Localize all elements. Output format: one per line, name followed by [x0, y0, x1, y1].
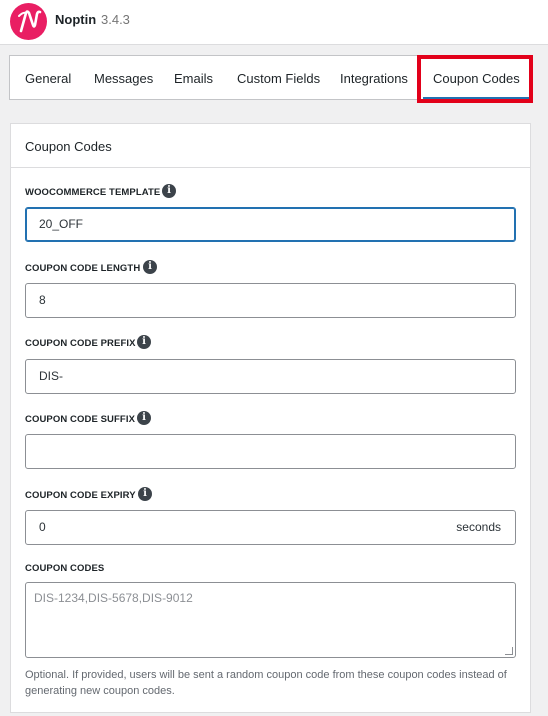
tab-messages[interactable]: Messages: [94, 56, 153, 99]
info-icon[interactable]: i: [138, 487, 152, 501]
top-bar: Noptin 3.4.3: [0, 0, 548, 45]
tab-emails[interactable]: Emails: [174, 56, 213, 99]
info-icon[interactable]: i: [162, 184, 176, 198]
panel-header: Coupon Codes: [11, 124, 530, 168]
codes-help-text: Optional. If provided, users will be sen…: [25, 669, 507, 697]
highlight-box: [417, 55, 533, 103]
woocommerce-template-input[interactable]: 20_OFF: [25, 207, 516, 242]
coupon-prefix-input[interactable]: DIS-: [25, 359, 516, 394]
info-icon[interactable]: i: [143, 260, 157, 274]
prefix-label: COUPON CODE PREFIX: [25, 338, 136, 349]
panel-title: Coupon Codes: [25, 139, 112, 154]
expiry-value: 0: [39, 520, 46, 534]
info-icon[interactable]: i: [137, 411, 151, 425]
tab-custom-fields[interactable]: Custom Fields: [237, 56, 320, 99]
coupon-codes-textarea[interactable]: DIS-1234,DIS-5678,DIS-9012: [25, 582, 516, 658]
suffix-label: COUPON CODE SUFFIX: [25, 414, 136, 425]
codes-placeholder: DIS-1234,DIS-5678,DIS-9012: [34, 591, 193, 605]
tab-general[interactable]: General: [25, 56, 71, 99]
noptin-logo-icon: [10, 3, 47, 40]
coupon-length-input[interactable]: 8: [25, 283, 516, 318]
coupon-codes-panel: Coupon Codes WOOCOMMERCE TEMPLATE i 20_O…: [10, 123, 531, 713]
tab-integrations[interactable]: Integrations: [340, 56, 408, 99]
template-label: WOOCOMMERCE TEMPLATE: [25, 187, 161, 198]
app-version: 3.4.3: [101, 12, 130, 27]
coupon-suffix-input[interactable]: [25, 434, 516, 469]
resize-handle[interactable]: [505, 647, 513, 655]
expiry-unit: seconds: [456, 520, 501, 534]
length-label: COUPON CODE LENGTH: [25, 263, 141, 274]
expiry-label: COUPON CODE EXPIRY: [25, 490, 136, 501]
info-icon[interactable]: i: [137, 335, 151, 349]
codes-label: COUPON CODES: [25, 563, 105, 574]
app-name: Noptin: [55, 12, 97, 27]
coupon-expiry-input[interactable]: 0 seconds: [25, 510, 516, 545]
